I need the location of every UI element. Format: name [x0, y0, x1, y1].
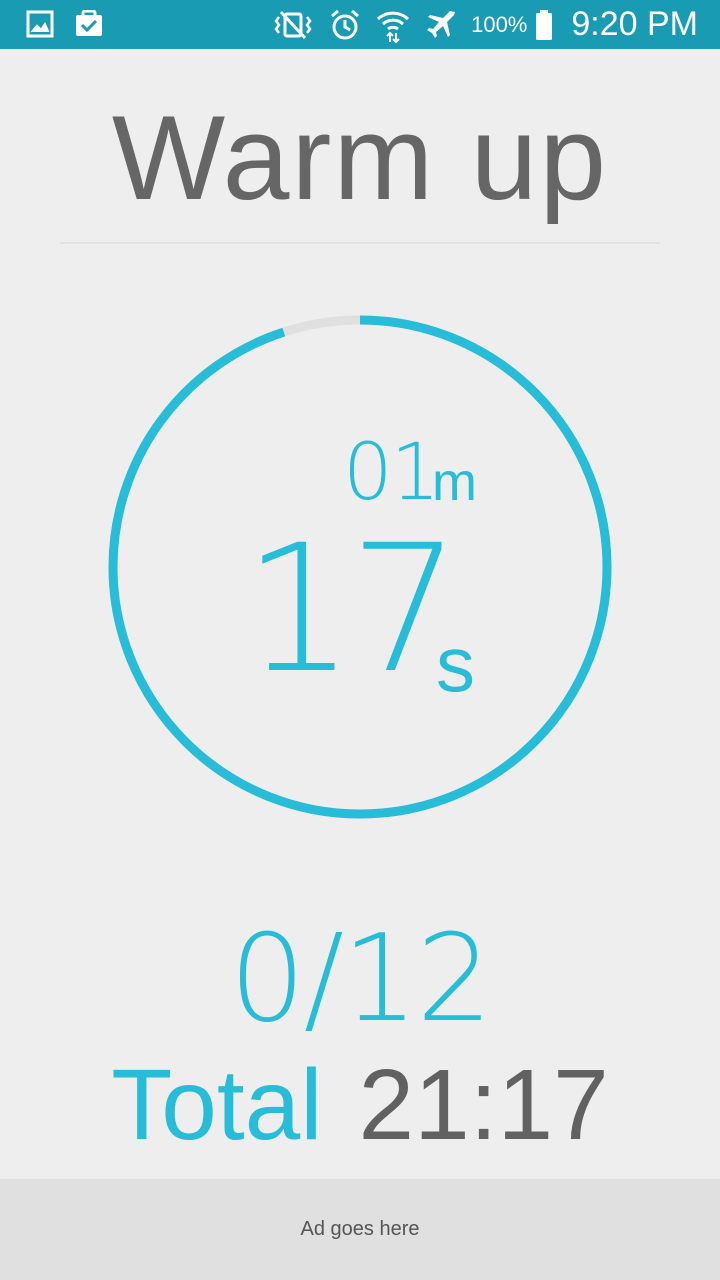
alarm-icon — [331, 9, 360, 39]
timer-seconds: 17 — [243, 507, 461, 712]
wifi-icon — [377, 11, 410, 43]
round-counter: 0/12 — [229, 910, 492, 1049]
phase-title: Warm up — [111, 91, 609, 225]
clipboard-check-icon — [76, 10, 102, 36]
system-status-icons: 100% 9:20 PM — [271, 0, 698, 49]
gallery-icon — [26, 10, 54, 38]
total-time-row: Total 21:17 — [0, 1050, 720, 1160]
airplane-mode-icon — [427, 10, 456, 38]
ad-banner[interactable]: Ad goes here — [0, 1179, 720, 1280]
status-time: 9:20 PM — [571, 5, 698, 43]
timer-minutes-unit: m — [432, 452, 477, 512]
notification-icons — [26, 10, 104, 38]
battery-percent: 100% — [471, 11, 528, 37]
timer-seconds-unit: s — [436, 620, 475, 708]
total-time-value: 21:17 — [358, 1049, 609, 1161]
battery-icon — [536, 9, 553, 40]
total-label: Total — [111, 1049, 323, 1161]
vibrate-off-icon — [274, 10, 312, 39]
title-divider — [60, 242, 660, 244]
status-bar: 100% 9:20 PM — [0, 0, 720, 49]
timer-minutes: 01 — [343, 428, 440, 518]
ad-placeholder-text: Ad goes here — [300, 1218, 420, 1240]
